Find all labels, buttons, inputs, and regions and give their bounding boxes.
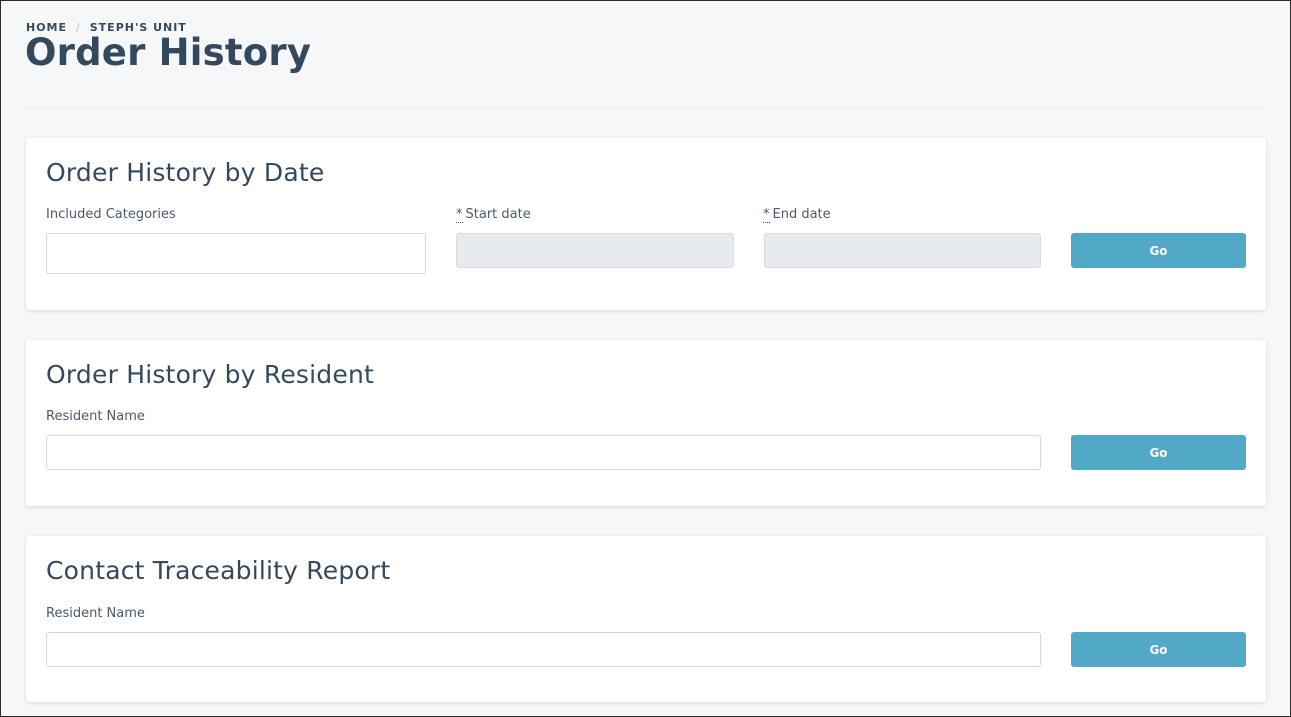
go-button-by-date[interactable]: Go (1071, 233, 1246, 268)
resident-name-label: Resident Name (46, 606, 145, 621)
page-title: Order History (25, 31, 312, 74)
start-date-label: * Start date (456, 207, 531, 223)
card-title: Contact Traceability Report (46, 556, 391, 585)
end-date-label-text: End date (772, 207, 831, 222)
contact-traceability-report-card: Contact Traceability Report Resident Nam… (26, 536, 1266, 702)
resident-name-input[interactable] (46, 435, 1041, 470)
go-button-by-resident[interactable]: Go (1071, 435, 1246, 470)
go-button-traceability[interactable]: Go (1071, 632, 1246, 667)
card-title: Order History by Date (46, 158, 325, 187)
card-title: Order History by Resident (46, 360, 374, 389)
required-indicator: * (763, 207, 770, 223)
included-categories-input[interactable] (46, 233, 426, 274)
end-date-label: * End date (763, 207, 831, 223)
start-date-label-text: Start date (465, 207, 531, 222)
header-divider (26, 107, 1266, 108)
order-history-by-date-card: Order History by Date Included Categorie… (26, 138, 1266, 310)
order-history-by-resident-card: Order History by Resident Resident Name … (26, 340, 1266, 506)
resident-name-label: Resident Name (46, 409, 145, 424)
start-date-input[interactable] (456, 233, 734, 268)
end-date-input[interactable] (764, 233, 1041, 268)
traceability-resident-name-input[interactable] (46, 632, 1041, 667)
required-indicator: * (456, 207, 463, 223)
included-categories-label: Included Categories (46, 207, 176, 222)
